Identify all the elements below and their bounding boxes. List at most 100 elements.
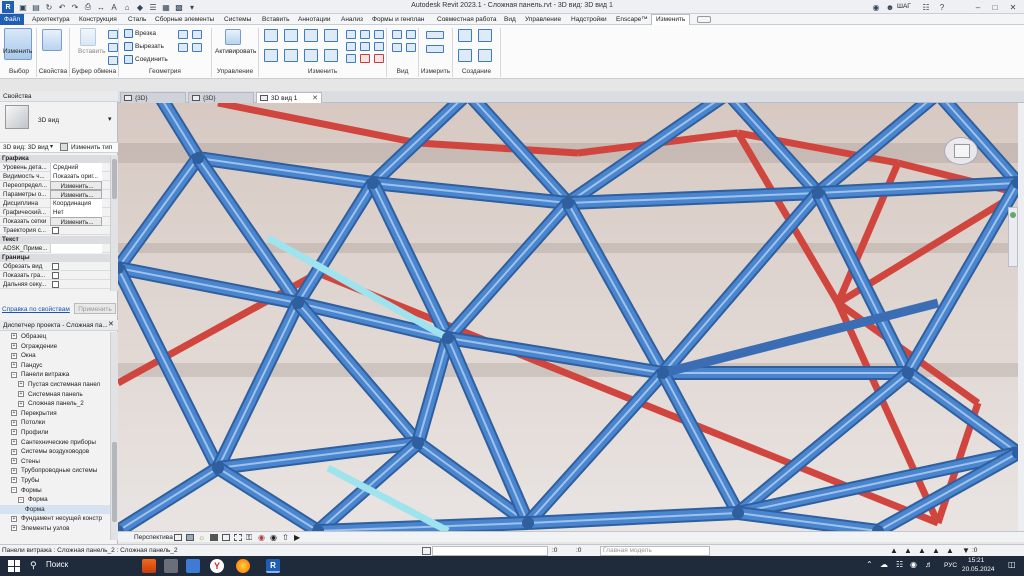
trim-multiple-icon[interactable] [374, 30, 384, 39]
frame-node[interactable] [732, 507, 744, 519]
taskbar-search[interactable]: Поиск [46, 560, 68, 569]
cut-button[interactable]: Вырезать [124, 42, 164, 51]
design-option-dropdown[interactable]: Главная модель [600, 546, 710, 556]
expand-icon[interactable]: + [11, 515, 17, 522]
move-icon[interactable] [264, 49, 278, 62]
tray-chevron-icon[interactable]: ⌃ [866, 560, 873, 569]
user-icon[interactable]: ☻ [884, 1, 896, 13]
align-icon[interactable] [264, 29, 278, 42]
expand-icon[interactable]: + [18, 390, 24, 397]
reveal-hidden-icon[interactable]: ◉ [270, 533, 277, 542]
viewcube-face[interactable] [954, 144, 970, 158]
panel-label-select[interactable]: Выбор [2, 67, 36, 77]
tab-view[interactable]: Вид [503, 15, 517, 25]
cope-button[interactable]: Врезка [124, 29, 156, 38]
browser-item[interactable]: + Системная панель [0, 390, 110, 400]
expand-icon[interactable]: + [11, 333, 17, 340]
select-links-icon[interactable]: ▲ [890, 546, 898, 556]
help-icon[interactable]: ? [936, 1, 948, 13]
collapse-icon[interactable]: − [18, 496, 24, 503]
browser-item[interactable]: + Элементы узлов [0, 524, 110, 534]
edit-type-button[interactable]: Изменить тип [71, 143, 112, 152]
browser-item[interactable]: + Ограждение [0, 342, 110, 352]
expand-icon[interactable]: + [11, 419, 17, 426]
expand-icon[interactable]: + [11, 342, 17, 349]
tab-steel[interactable]: Сталь [127, 15, 147, 25]
browser-item[interactable]: − Форма [0, 495, 110, 505]
expand-icon[interactable]: + [11, 362, 17, 369]
mirror-draw-icon[interactable] [324, 29, 338, 42]
activate-icon[interactable] [225, 29, 241, 45]
frame-node[interactable] [522, 517, 534, 529]
scale-icon[interactable] [360, 42, 370, 51]
search-icon[interactable]: ⚲ [30, 560, 37, 571]
activate-button[interactable]: Активировать [215, 48, 256, 55]
windows-start-icon[interactable] [8, 560, 20, 572]
crop-view-icon[interactable] [222, 534, 230, 541]
tab-structure[interactable]: Конструкция [78, 15, 118, 25]
more-options-icon[interactable]: ▶ [294, 533, 300, 542]
browser-item[interactable]: + Фундамент несущей констр [0, 514, 110, 524]
crop-view-checkbox[interactable] [52, 263, 59, 270]
expand-icon[interactable]: + [11, 352, 17, 359]
measure-distance-icon[interactable] [426, 45, 444, 53]
file-explorer-icon[interactable] [164, 559, 178, 573]
browser-close-icon[interactable]: ✕ [108, 320, 114, 328]
frame-node[interactable] [292, 297, 304, 309]
expand-icon[interactable]: + [11, 429, 17, 436]
trim-icon[interactable] [324, 49, 338, 62]
navigation-bar[interactable] [1008, 207, 1018, 267]
cart-icon[interactable]: ☷ [920, 1, 932, 13]
split-icon[interactable] [346, 30, 356, 39]
browser-item[interactable]: − Панели витража [0, 370, 110, 380]
browser-item[interactable]: + Пустая системная панел [0, 380, 110, 390]
wall-joins-icon[interactable] [192, 43, 202, 52]
viewcube[interactable] [944, 137, 978, 165]
minimize-icon[interactable]: – [972, 1, 984, 13]
expand-icon[interactable]: + [11, 477, 17, 484]
expand-icon[interactable]: + [11, 467, 17, 474]
3d-viewport[interactable] [118, 103, 1018, 531]
browser-item[interactable]: + Системы воздуховодов [0, 447, 110, 457]
frame-node[interactable] [212, 462, 224, 474]
game-app-icon[interactable] [142, 559, 156, 573]
hide-analytical-icon[interactable]: ⇧ [282, 533, 289, 542]
files-icon[interactable] [186, 559, 200, 573]
steering-wheel-icon[interactable] [1010, 212, 1016, 218]
create-parts-icon[interactable] [478, 29, 492, 42]
notifications-icon[interactable]: ◫ [1008, 560, 1016, 569]
collapse-icon[interactable]: − [11, 486, 17, 493]
match-icon[interactable] [108, 56, 118, 65]
hide-icon[interactable] [392, 30, 402, 39]
browser-item[interactable]: + Трубопроводные системы [0, 466, 110, 476]
maximize-icon[interactable]: □ [989, 1, 1001, 13]
expand-icon[interactable]: + [11, 410, 17, 417]
tab-addins[interactable]: Надстройки [570, 15, 608, 25]
frame-node[interactable] [902, 367, 914, 379]
tab-precast[interactable]: Сборные элементы [154, 15, 215, 25]
frame-node[interactable] [412, 437, 424, 449]
paste-button[interactable]: Вставить [78, 48, 106, 55]
browser-item[interactable]: + Перекрытия [0, 409, 110, 419]
paint-icon[interactable] [192, 30, 202, 39]
browser-item[interactable]: + Потолки [0, 418, 110, 428]
group-graphics[interactable]: Графика [0, 155, 110, 163]
join-button[interactable]: Соединить [124, 55, 168, 64]
lock-view-icon[interactable]: ⚿ [246, 533, 252, 542]
properties-help-link[interactable]: Справка по свойствам [2, 306, 70, 313]
viewport-scrollbar[interactable] [1018, 103, 1024, 531]
cut-clipboard-icon[interactable] [108, 30, 118, 39]
expand-icon[interactable]: + [18, 381, 24, 388]
language-indicator[interactable]: РУС [944, 562, 957, 569]
temp-hide-icon[interactable]: ◉ [258, 533, 265, 542]
override-icon[interactable] [406, 30, 416, 39]
panel-label-view[interactable]: Вид [387, 67, 418, 77]
tab-file[interactable]: Файл [0, 14, 24, 25]
visual-style-icon[interactable] [186, 534, 194, 541]
select-pinned-icon[interactable]: ▲ [918, 546, 926, 556]
browser-item[interactable]: + Пандус [0, 361, 110, 371]
clock-time[interactable]: 15:21 [968, 557, 984, 564]
expand-icon[interactable]: + [11, 458, 17, 465]
split-gap-icon[interactable] [360, 30, 370, 39]
revit-taskbar-icon[interactable]: R [266, 559, 280, 573]
